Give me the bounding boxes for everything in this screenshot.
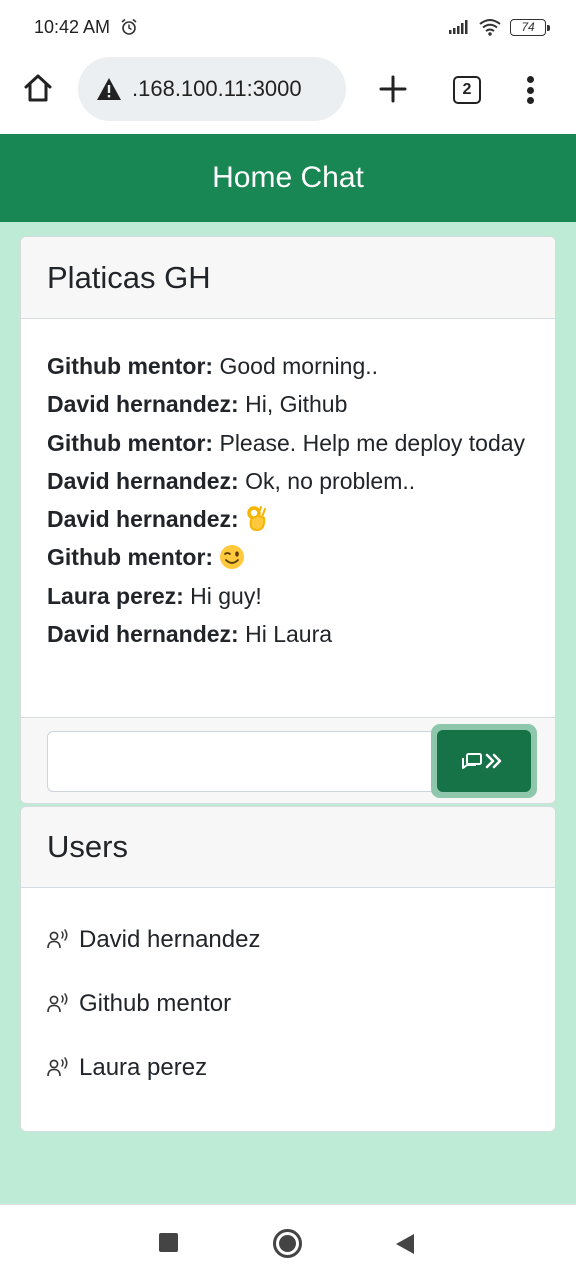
message-author: David hernandez: xyxy=(47,391,239,418)
system-nav-bar xyxy=(0,1204,576,1280)
users-title: Users xyxy=(47,829,128,864)
message-author: Github mentor: xyxy=(47,544,214,571)
message-author: Laura perez: xyxy=(47,582,184,609)
user-list-item[interactable]: Github mentor xyxy=(47,972,529,1036)
users-card: Users David hernandez Github mentor Laur… xyxy=(20,806,556,1132)
message-item: David hernandez: Hi, Github xyxy=(47,385,529,423)
message-item: Github mentor: xyxy=(47,538,529,576)
message-text: Hi Laura xyxy=(245,621,333,648)
user-list: David hernandez Github mentor Laura pere… xyxy=(21,888,555,1100)
alarm-icon xyxy=(121,18,137,35)
message-item: David hernandez: Ok, no problem.. xyxy=(47,462,529,500)
status-time: 10:42 AM xyxy=(34,16,111,37)
back-icon[interactable] xyxy=(395,1233,415,1255)
home-nav-icon[interactable] xyxy=(273,1229,302,1258)
tab-switcher-button[interactable]: 2 xyxy=(453,76,481,104)
wifi-icon xyxy=(479,19,501,36)
chat-card-header: Platicas GH xyxy=(21,237,555,319)
message-input[interactable] xyxy=(47,731,447,792)
chat-send-icon xyxy=(462,753,502,769)
message-item: Github mentor: Good morning.. xyxy=(47,347,529,385)
message-text: Please. Help me deploy today xyxy=(219,429,526,456)
warning-icon[interactable] xyxy=(96,77,122,101)
person-voice-icon xyxy=(47,993,68,1013)
url-text: .168.100.11:3000 xyxy=(132,76,302,101)
message-author: David hernandez: xyxy=(47,467,239,494)
message-author: Github mentor: xyxy=(47,429,214,456)
message-author: David hernandez: xyxy=(47,506,239,533)
message-list: Github mentor: Good morning.. David hern… xyxy=(21,319,555,653)
battery-level: 74 xyxy=(521,20,535,34)
message-author: Github mentor: xyxy=(47,353,214,379)
tab-count: 2 xyxy=(462,81,472,98)
new-tab-icon[interactable] xyxy=(378,74,408,104)
battery-indicator: 74 xyxy=(510,18,550,36)
browser-toolbar: .168.100.11:3000 2 xyxy=(0,54,576,134)
send-button[interactable] xyxy=(431,724,537,798)
signal-icon xyxy=(449,20,468,34)
message-text: Ok, no problem.. xyxy=(245,467,416,494)
message-text: Hi, Github xyxy=(245,391,348,418)
user-list-item[interactable]: David hernandez xyxy=(47,908,529,972)
person-voice-icon xyxy=(47,929,68,949)
home-icon[interactable] xyxy=(22,72,54,104)
message-item: David hernandez: xyxy=(47,500,529,538)
chat-title: Platicas GH xyxy=(47,259,211,295)
user-name: David hernandez xyxy=(79,926,261,953)
users-card-header: Users xyxy=(21,807,555,888)
winking-face-emoji xyxy=(220,545,245,570)
app-header: Home Chat xyxy=(0,134,576,222)
user-name: Github mentor xyxy=(79,990,232,1017)
chat-card: Platicas GH Github mentor: Good morning.… xyxy=(20,236,556,804)
user-name: Laura perez xyxy=(79,1054,208,1081)
message-item: Github mentor: Please. Help me deploy to… xyxy=(47,424,529,462)
ok-hand-emoji xyxy=(247,506,267,532)
app-title: Home Chat xyxy=(212,161,364,194)
message-author: David hernandez: xyxy=(47,621,239,648)
address-bar[interactable]: .168.100.11:3000 xyxy=(78,57,346,121)
person-voice-icon xyxy=(47,1057,68,1077)
status-bar: 10:42 AM 74 xyxy=(0,0,576,54)
message-item: David hernandez: Hi Laura xyxy=(47,615,529,653)
chat-input-bar xyxy=(21,717,555,803)
user-list-item[interactable]: Laura perez xyxy=(47,1036,529,1100)
more-menu-icon[interactable] xyxy=(518,74,542,106)
recents-icon[interactable] xyxy=(159,1233,178,1252)
message-text: Good morning.. xyxy=(219,353,379,379)
message-text: Hi guy! xyxy=(190,582,262,609)
message-item: Laura perez: Hi guy! xyxy=(47,577,529,615)
